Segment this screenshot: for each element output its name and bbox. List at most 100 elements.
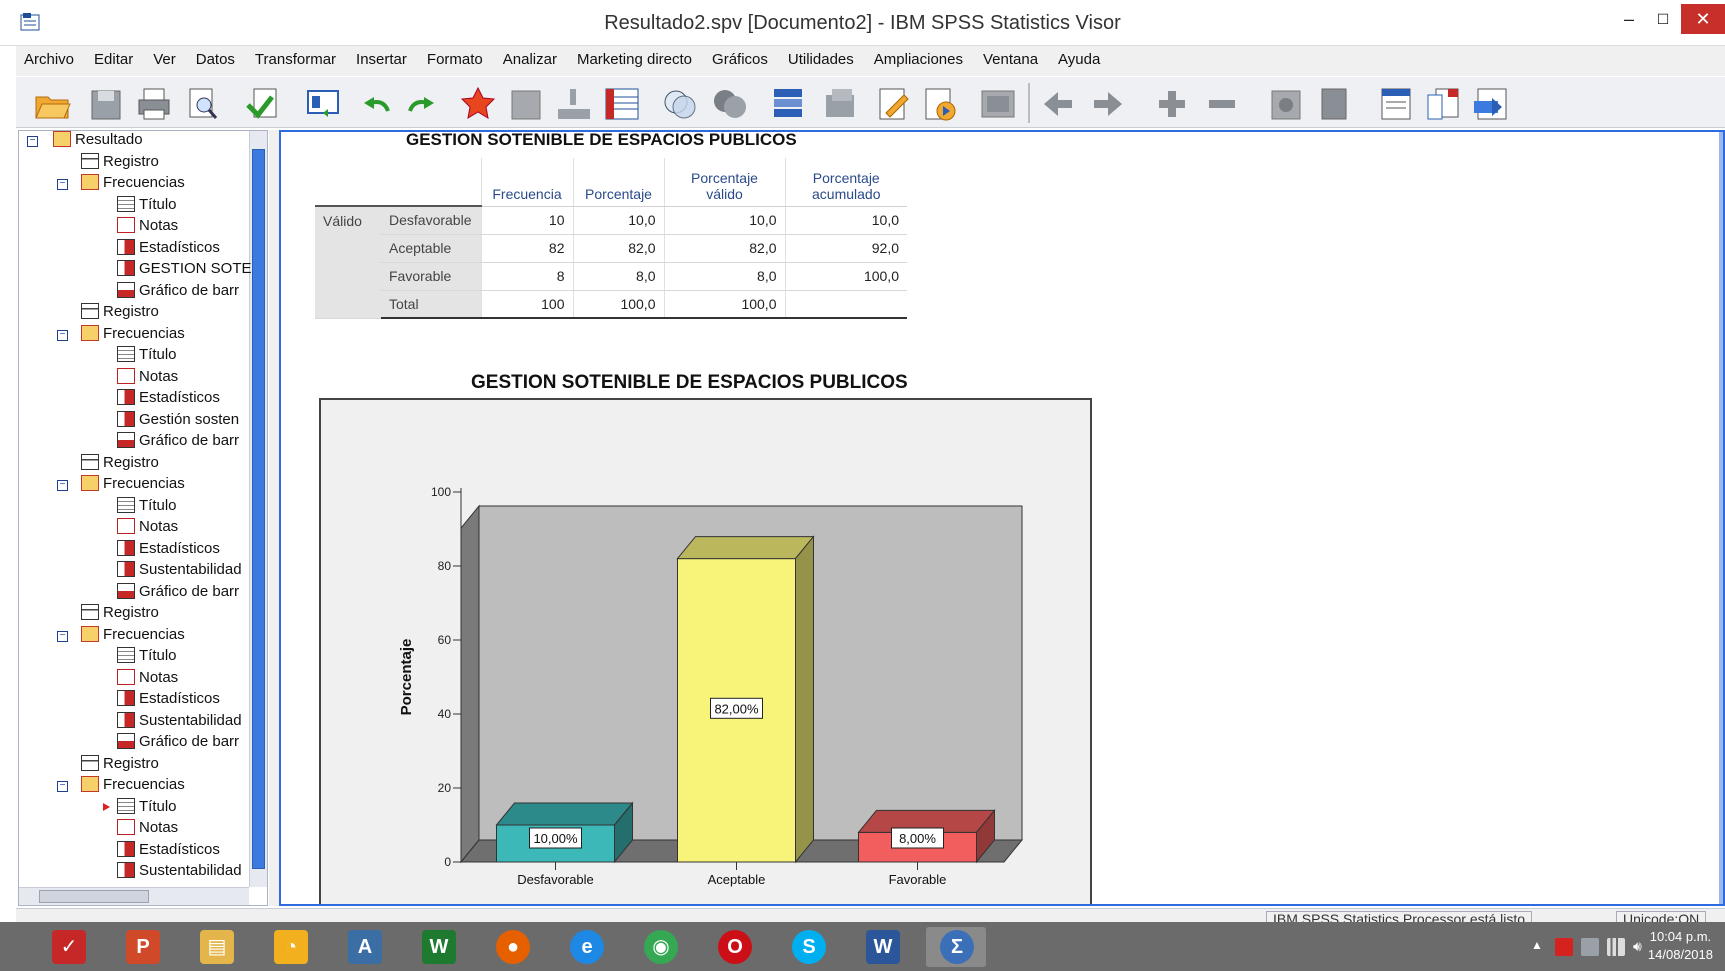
menu-archivo[interactable]: Archivo (16, 46, 86, 76)
tree-item-grafico[interactable]: Gráfico de barr (117, 281, 239, 303)
goto-case-icon[interactable] (506, 85, 546, 123)
menu-analizar[interactable]: Analizar (495, 46, 569, 76)
menu-transformar[interactable]: Transformar (247, 46, 348, 76)
tree-collapse-toggle[interactable]: − (57, 179, 68, 190)
network-device-icon[interactable] (1581, 938, 1599, 956)
tree-item-registro[interactable]: Registro (81, 152, 159, 174)
tree-item-titulo[interactable]: Título (117, 797, 177, 819)
tree-item-registro[interactable]: Registro (81, 303, 159, 324)
insert-text-icon[interactable] (1472, 85, 1512, 123)
tree-item-frecuencias[interactable]: Frecuencias (81, 174, 185, 195)
taskbar-firefox-icon[interactable]: ● (482, 927, 542, 967)
tree-collapse-toggle[interactable]: − (57, 630, 68, 642)
outline-hscroll-thumb[interactable] (39, 890, 149, 903)
tree-item-registro[interactable]: Registro (81, 453, 159, 475)
pane-splitter[interactable] (269, 130, 279, 906)
tree-item-grafico[interactable]: Gráfico de barr (117, 432, 239, 453)
tree-item-estadisticos[interactable]: Estadísticos (117, 238, 220, 260)
tree-item-frecuencias[interactable]: Frecuencias (81, 475, 185, 496)
export-icon[interactable] (244, 85, 284, 123)
taskbar-word-icon[interactable]: W (852, 927, 912, 967)
menu-ver[interactable]: Ver (145, 46, 188, 76)
menu-datos[interactable]: Datos (188, 46, 247, 76)
collapse-icon[interactable] (1202, 85, 1242, 123)
insert-heading-icon[interactable] (1376, 85, 1416, 123)
run-descriptives-icon[interactable] (660, 85, 700, 123)
taskbar-spss-icon[interactable]: Σ (926, 927, 986, 967)
show-icon[interactable] (1266, 85, 1306, 123)
menu-ayuda[interactable]: Ayuda (1050, 46, 1112, 76)
outline-demote-icon[interactable] (1088, 85, 1128, 123)
taskbar-opera-icon[interactable]: O (704, 927, 764, 967)
print-icon[interactable] (134, 85, 174, 123)
tree-item-table[interactable]: GESTION SOTE (117, 260, 252, 281)
clock[interactable]: 10:04 p.m. 14/08/2018 (1648, 928, 1713, 964)
tree-item-estadisticos[interactable]: Estadísticos (117, 539, 220, 561)
tree-collapse-toggle[interactable]: − (57, 781, 68, 792)
variables-icon[interactable] (602, 85, 642, 123)
tree-item-frecuencias[interactable]: Frecuencias (81, 776, 185, 797)
undo-icon[interactable] (356, 85, 396, 123)
goto-data-icon[interactable] (458, 85, 498, 123)
tree-collapse-toggle[interactable]: − (57, 480, 68, 491)
tree-item-notas[interactable]: Notas (117, 217, 178, 238)
taskbar-internet-explorer-icon[interactable]: e (556, 927, 616, 967)
tree-item-estadisticos[interactable]: Estadísticos (117, 690, 220, 711)
menu-utilidades[interactable]: Utilidades (780, 46, 866, 76)
menu-insertar[interactable]: Insertar (348, 46, 419, 76)
taskbar-powerpoint-icon[interactable]: P (112, 927, 172, 967)
create-edit-autoscript-icon[interactable] (978, 85, 1018, 123)
designate-window-icon[interactable] (920, 85, 960, 123)
tree-item-titulo[interactable]: Título (117, 496, 177, 518)
outline-pane[interactable]: − Resultado Registro − Frecuencias Título Nota… (18, 130, 268, 906)
save-icon[interactable] (86, 85, 126, 123)
tree-item-frecuencias[interactable]: Frecuencias (81, 625, 185, 647)
outline-promote-icon[interactable] (1038, 85, 1078, 123)
redo-icon[interactable] (402, 85, 442, 123)
show-all-variables-icon[interactable] (768, 85, 808, 123)
outline-vertical-scrollbar[interactable] (249, 131, 267, 887)
menu-marketing-directo[interactable]: Marketing directo (569, 46, 704, 76)
tree-item-notas[interactable]: Notas (117, 819, 178, 840)
insert-title-icon[interactable] (1424, 85, 1464, 123)
tree-item-titulo[interactable]: Título (117, 647, 177, 668)
tree-item-table[interactable]: Sustentabilidad (117, 561, 242, 582)
tree-item-titulo[interactable]: Título (117, 346, 177, 367)
minimize-button[interactable]: – (1611, 4, 1647, 34)
tree-item-table[interactable]: Sustentabilidad (117, 862, 242, 883)
maximize-button[interactable]: ☐ (1645, 4, 1681, 34)
select-last-output-icon[interactable] (874, 85, 914, 123)
tree-item-table[interactable]: Gestión sosten (117, 410, 239, 432)
open-icon[interactable] (32, 85, 72, 123)
taskbar-skype-icon[interactable]: S (778, 927, 838, 967)
frequency-table[interactable]: Frecuencia Porcentaje Porcentaje válido … (315, 158, 907, 319)
spell-check-icon[interactable] (822, 85, 862, 123)
tree-item-grafico[interactable]: Gráfico de barr (117, 733, 239, 754)
outline-horizontal-scrollbar[interactable] (19, 887, 249, 905)
menu-ampliaciones[interactable]: Ampliaciones (866, 46, 975, 76)
acrobat-icon[interactable] (1555, 938, 1573, 956)
taskbar-taskbar-app-1-icon[interactable]: ✓ (38, 927, 98, 967)
tree-item-table[interactable]: Sustentabilidad (117, 711, 242, 733)
print-preview-icon[interactable] (182, 85, 222, 123)
taskbar-dashboard-icon[interactable]: ◔ (260, 927, 320, 967)
taskbar-file-explorer-icon[interactable]: ▤ (186, 927, 246, 967)
tree-item-titulo[interactable]: Título (117, 195, 177, 217)
tree-item-frecuencias[interactable]: Frecuencias (81, 324, 185, 346)
menu-ventana[interactable]: Ventana (975, 46, 1050, 76)
menu-formato[interactable]: Formato (419, 46, 495, 76)
goto-variable-icon[interactable] (554, 85, 594, 123)
expand-icon[interactable] (1152, 85, 1192, 123)
use-variable-sets-icon[interactable] (710, 85, 750, 123)
hide-icon[interactable] (1314, 85, 1354, 123)
menu-editar[interactable]: Editar (86, 46, 145, 76)
bar-chart[interactable]: 0 20 40 60 80 100 Porcentaje 10,00% Desfavorable… (319, 398, 1092, 906)
menu-graficos[interactable]: Gráficos (704, 46, 780, 76)
tree-item-estadisticos[interactable]: Estadísticos (117, 389, 220, 410)
tree-root-resultado[interactable]: Resultado (53, 131, 143, 152)
close-button[interactable]: ✕ (1681, 4, 1725, 34)
tree-item-grafico[interactable]: Gráfico de barr (117, 582, 239, 604)
tree-collapse-toggle[interactable]: − (27, 136, 38, 147)
tree-item-registro[interactable]: Registro (81, 754, 159, 776)
tree-item-registro[interactable]: Registro (81, 604, 159, 625)
